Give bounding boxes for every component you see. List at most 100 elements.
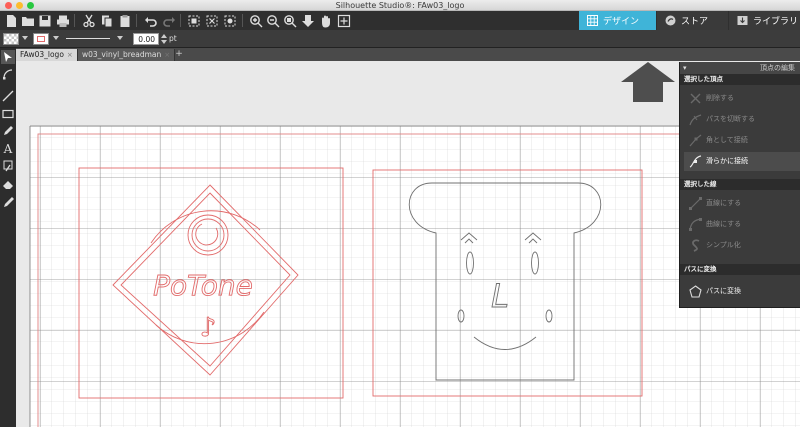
panel-title: 頂点の編集 bbox=[760, 64, 795, 72]
cut-path-button[interactable]: パスを切断する bbox=[684, 110, 800, 129]
make-straight-button[interactable]: 直線にする bbox=[684, 194, 800, 213]
line-icon bbox=[2, 90, 14, 102]
smooth-join-button[interactable]: 滑らかに接続 bbox=[684, 152, 800, 171]
title-bar: Silhouette Studio®: FAw03_logo bbox=[0, 0, 800, 11]
delete-point-button[interactable]: 削除する bbox=[684, 89, 800, 108]
edit-points-icon bbox=[3, 69, 13, 80]
cut-path-icon bbox=[689, 114, 702, 126]
panel-header[interactable]: ▾ 頂点の編集 bbox=[680, 62, 800, 74]
left-toolbar: A bbox=[0, 48, 16, 427]
folder-icon bbox=[21, 16, 34, 26]
tab-store[interactable]: ストア bbox=[657, 11, 728, 30]
silhouette-studio-window: Silhouette Studio®: FAw03_logo デザイン ストア … bbox=[0, 0, 800, 427]
draw-tool[interactable] bbox=[1, 124, 15, 138]
simplify-button[interactable]: シンプル化 bbox=[684, 236, 800, 255]
deselect-button[interactable] bbox=[204, 13, 219, 28]
tab-library[interactable]: ライブラリ bbox=[729, 11, 800, 30]
tab-library-label: ライブラリ bbox=[753, 17, 799, 27]
zoom-in-button[interactable] bbox=[248, 13, 263, 28]
zoom-out-button[interactable] bbox=[265, 13, 280, 28]
delete-point-icon bbox=[690, 93, 701, 104]
properties-bar: 0.00 pt bbox=[0, 30, 800, 48]
point-edit-tool[interactable] bbox=[1, 67, 15, 81]
zoom-out-icon bbox=[266, 14, 279, 27]
delete-point-label: 削除する bbox=[706, 94, 734, 102]
text-icon: A bbox=[3, 142, 13, 156]
knife-icon bbox=[4, 197, 14, 207]
select-by-color-button[interactable] bbox=[222, 13, 237, 28]
eraser-tool[interactable] bbox=[1, 177, 15, 191]
collapse-chevron-icon[interactable]: ▾ bbox=[683, 62, 687, 74]
knife-tool[interactable] bbox=[1, 195, 15, 209]
down-arrow-icon bbox=[301, 14, 314, 27]
select-by-color-icon bbox=[224, 15, 235, 26]
paste-button[interactable] bbox=[117, 13, 132, 28]
annotation-up-arrow-icon bbox=[621, 62, 675, 102]
stepper-down-icon[interactable] bbox=[161, 40, 167, 44]
undo-button[interactable] bbox=[143, 13, 158, 28]
printer-icon bbox=[56, 15, 69, 27]
new-file-icon bbox=[6, 14, 16, 27]
doc-tab-breadman[interactable]: w03_vinyl_breadman × bbox=[78, 49, 176, 61]
open-button[interactable] bbox=[20, 13, 35, 28]
design-grid-icon bbox=[587, 15, 598, 26]
window-title: Silhouette Studio®: FAw03_logo bbox=[335, 1, 465, 10]
corner-join-icon bbox=[689, 134, 702, 147]
stepper-up-icon[interactable] bbox=[161, 34, 167, 38]
doc-tab-label: w03_vinyl_breadman bbox=[82, 50, 162, 59]
save-button[interactable] bbox=[37, 13, 52, 28]
line-style-dropdown-icon[interactable] bbox=[117, 36, 123, 40]
pencil-icon bbox=[4, 126, 13, 135]
store-icon bbox=[665, 15, 676, 26]
library-icon bbox=[737, 16, 748, 25]
print-button[interactable] bbox=[55, 13, 70, 28]
hand-icon bbox=[321, 15, 330, 27]
convert-to-path-button[interactable]: パスに変換 bbox=[684, 282, 800, 301]
close-tab-icon[interactable]: × bbox=[67, 51, 73, 59]
add-tab-button[interactable]: + bbox=[174, 49, 184, 61]
cut-path-label: パスを切断する bbox=[706, 115, 755, 123]
zoom-selected-button[interactable] bbox=[282, 13, 297, 28]
zoom-selection-icon bbox=[283, 14, 296, 27]
close-tab-icon[interactable]: × bbox=[164, 51, 170, 59]
make-straight-label: 直線にする bbox=[706, 199, 742, 207]
line-tool[interactable] bbox=[1, 89, 15, 103]
bread-nose: L bbox=[491, 277, 509, 315]
select-all-button[interactable] bbox=[186, 13, 201, 28]
tab-design-label: デザイン bbox=[603, 17, 640, 27]
undo-icon bbox=[144, 16, 157, 27]
pan-button[interactable] bbox=[318, 13, 333, 28]
rectangle-tool[interactable] bbox=[1, 107, 15, 121]
line-color-dropdown-icon[interactable] bbox=[53, 36, 59, 40]
stroke-width-stepper[interactable] bbox=[161, 33, 167, 45]
cut-button[interactable] bbox=[81, 13, 96, 28]
fill-tool[interactable] bbox=[1, 159, 15, 173]
smooth-join-label: 滑らかに接続 bbox=[706, 157, 748, 165]
zoom-fit-button[interactable] bbox=[300, 13, 315, 28]
make-curve-button[interactable]: 曲線にする bbox=[684, 215, 800, 234]
doc-tab-faw03-logo[interactable]: FAw03_logo × bbox=[16, 49, 78, 61]
redo-button[interactable] bbox=[161, 13, 176, 28]
convert-to-path-label: パスに変換 bbox=[706, 287, 741, 295]
logo-text: PoTone bbox=[153, 269, 253, 302]
select-tool[interactable] bbox=[1, 50, 15, 64]
eraser-icon bbox=[3, 181, 13, 189]
rectangle-icon bbox=[2, 109, 14, 119]
section-selected-line: 選択した線 bbox=[680, 179, 800, 190]
main-toolbar: デザイン ストア ライブラリ bbox=[0, 11, 800, 30]
corner-join-button[interactable]: 角として接続 bbox=[684, 131, 800, 150]
tab-design[interactable]: デザイン bbox=[579, 11, 656, 30]
copy-button[interactable] bbox=[99, 13, 114, 28]
new-document-button[interactable] bbox=[3, 13, 18, 28]
make-curve-icon bbox=[689, 218, 702, 231]
fit-to-page-button[interactable] bbox=[336, 13, 351, 28]
fill-color-swatch[interactable] bbox=[3, 33, 19, 45]
line-style-preview[interactable] bbox=[66, 38, 110, 39]
text-tool[interactable]: A bbox=[1, 142, 15, 156]
fill-color-dropdown-icon[interactable] bbox=[22, 36, 28, 40]
clipboard-icon bbox=[120, 14, 129, 27]
stroke-width-input[interactable]: 0.00 bbox=[133, 33, 159, 45]
arrow-cursor-icon bbox=[4, 52, 12, 62]
line-color-swatch[interactable] bbox=[33, 33, 49, 45]
copy-icon bbox=[101, 15, 112, 27]
